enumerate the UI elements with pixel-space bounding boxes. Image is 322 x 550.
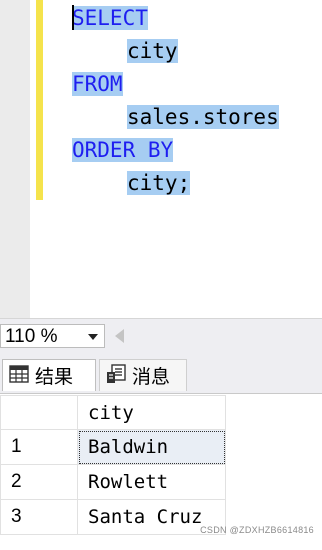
code-text: SELECT [72,6,148,30]
zoom-dropdown[interactable]: 110 % [0,324,105,348]
results-grid[interactable]: city 1 Baldwin 2 Rowlett 3 Santa Cruz CS… [0,394,322,550]
text-caret [72,5,74,30]
code-line[interactable]: city; [127,167,191,200]
code-line[interactable]: sales.stores [127,101,279,134]
table-header-row: city [0,395,226,430]
code-line[interactable]: city [127,35,178,68]
table-row[interactable]: 3 Santa Cruz [0,499,226,535]
code-text: ORDER BY [72,138,174,162]
tab-results[interactable]: 结果 [2,359,96,391]
tab-messages-label: 消息 [132,366,171,388]
chevron-down-icon[interactable] [88,334,98,340]
table-cell-city[interactable]: Baldwin [77,429,226,465]
row-number[interactable]: 2 [0,464,78,500]
code-text: FROM [72,72,123,96]
table-cell-city[interactable]: Rowlett [77,464,226,500]
code-text: sales.stores [127,105,279,129]
table-row[interactable]: 2 Rowlett [0,464,226,500]
code-text: city; [127,171,191,195]
change-tracking-bar [36,0,43,200]
editor-gutter-padding [30,0,35,318]
row-number[interactable]: 3 [0,499,78,535]
messages-icon [106,363,126,388]
watermark-text: CSDN @ZDXHZB6614816 [200,525,314,535]
code-line[interactable]: ORDER BY [72,134,174,167]
results-table: city 1 Baldwin 2 Rowlett 3 Santa Cruz [0,395,226,535]
column-header-city[interactable]: city [77,395,226,430]
table-row[interactable]: 1 Baldwin [0,429,226,465]
code-text: city [127,39,178,63]
results-tab-strip: 结果 消息 [0,353,322,394]
tab-results-label: 结果 [35,366,74,388]
row-number[interactable]: 1 [0,429,78,465]
editor-gutter [0,0,30,318]
corner-header-cell[interactable] [0,395,78,430]
code-line[interactable]: FROM [72,68,123,101]
sql-editor[interactable]: SELECT city FROM sales.stores ORDER BY c… [0,0,322,318]
zoom-value: 110 % [5,326,58,347]
tab-messages[interactable]: 消息 [99,359,187,391]
editor-status-strip: 110 % [0,318,322,353]
grid-icon [9,364,29,387]
scroll-left-arrow-icon[interactable] [115,329,124,343]
code-line[interactable]: SELECT [72,2,148,35]
